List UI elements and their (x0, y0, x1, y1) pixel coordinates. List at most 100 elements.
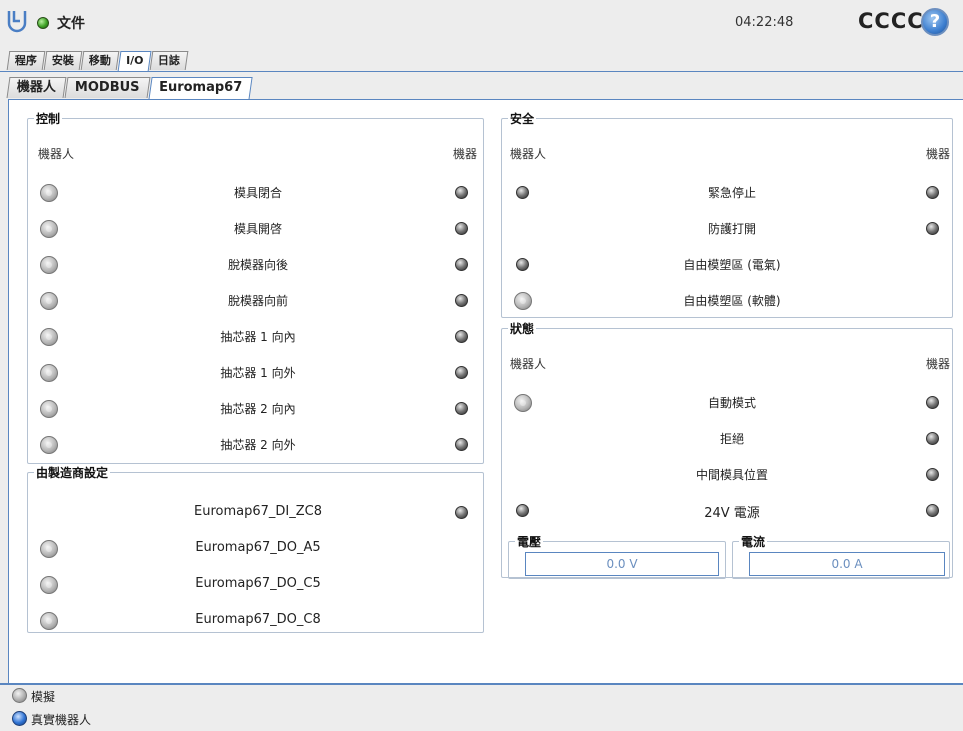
tab-robot[interactable]: 機器人 (6, 77, 67, 98)
safety-row: 緊急停止 (502, 175, 952, 211)
safety-title: 安全 (510, 112, 535, 126)
control-row: 脫模器向後 (28, 247, 483, 283)
robot-output-led-icon[interactable] (40, 328, 58, 346)
clock: 04:22:48 (735, 15, 794, 30)
robot-output-led-icon[interactable] (40, 364, 58, 382)
real-robot-radio-icon[interactable] (12, 711, 27, 726)
state-row-label: 自動模式 (707, 396, 756, 410)
robot-output-led-icon[interactable] (40, 540, 58, 558)
simulation-label: 模擬 (31, 690, 56, 704)
control-row-label: 抽芯器 1 向外 (220, 366, 296, 380)
top-bar: 文件 04:22:48 CCCC ? (0, 0, 963, 45)
robot-output-led-icon[interactable] (514, 292, 532, 310)
tab-euromap67[interactable]: Euromap67 (148, 77, 253, 100)
robot-output-led-icon[interactable] (40, 436, 58, 454)
control-row: 脫模器向前 (28, 283, 483, 319)
control-row: 抽芯器 1 向外 (28, 355, 483, 391)
machine-input-led-icon (455, 506, 468, 519)
robot-output-led-icon[interactable] (40, 400, 58, 418)
state-row-label: 拒絕 (719, 432, 744, 446)
control-row: 抽芯器 2 向內 (28, 391, 483, 427)
safety-row-label: 自由模塑區 (軟體) (683, 294, 781, 308)
ur-logo-icon[interactable] (6, 9, 28, 33)
safety-row: 自由模塑區 (電氣) (502, 247, 952, 283)
euromap67-panel: 控制 機器人 機器 模具閉合 模具開啓 脫模器向後 脫模器向前 抽芯器 1 向內 (8, 99, 963, 683)
main-tabs: 程序 安裝 移動 I/O 日誌 (6, 51, 189, 72)
control-col-robot: 機器人 (38, 147, 75, 161)
tab-program[interactable]: 程序 (6, 51, 46, 70)
simulation-radio-icon[interactable] (12, 688, 27, 703)
manufacturer-row: Euromap67_DI_ZC8 (28, 495, 483, 531)
voltage-group: 電壓 0.0 V (508, 533, 726, 579)
control-row-label: 脫模器向前 (227, 294, 288, 308)
safety-col-machine: 機器 (925, 147, 950, 161)
robot-status-icon (37, 17, 49, 29)
tab-io-label: I/O (126, 54, 144, 67)
help-button[interactable]: ? (921, 8, 949, 36)
machine-input-led-icon (455, 294, 468, 307)
tab-divider (0, 71, 963, 72)
robot-output-led-icon[interactable] (40, 292, 58, 310)
manufacturer-row: Euromap67_DO_C8 (28, 603, 483, 639)
current-title: 電流 (741, 535, 766, 549)
safety-row: 防護打開 (502, 211, 952, 247)
manufacturer-title: 由製造商設定 (36, 466, 109, 480)
robot-output-led-icon[interactable] (516, 504, 529, 517)
state-row-label: 中間模具位置 (695, 468, 768, 482)
manufacturer-row: Euromap67_DO_A5 (28, 531, 483, 567)
safety-row: 自由模塑區 (軟體) (502, 283, 952, 319)
state-row-label: 24V 電源 (704, 506, 760, 521)
machine-input-led-icon (455, 258, 468, 271)
machine-input-led-icon (926, 396, 939, 409)
current-readout: 0.0 A (749, 552, 945, 576)
robot-output-led-icon[interactable] (516, 258, 529, 271)
tab-move-label: 移動 (88, 54, 111, 67)
machine-input-led-icon (455, 402, 468, 415)
robot-output-led-icon[interactable] (514, 394, 532, 412)
tab-io[interactable]: I/O (117, 51, 152, 72)
robot-output-led-icon[interactable] (40, 256, 58, 274)
file-menu[interactable]: 文件 (57, 13, 85, 33)
tab-euromap67-label: Euromap67 (158, 80, 242, 95)
robot-output-led-icon[interactable] (40, 612, 58, 630)
safety-group: 安全 機器人 機器 緊急停止 防護打開 自由模塑區 (電氣) 自由模塑區 (軟體… (501, 110, 953, 318)
tab-robot-label: 機器人 (16, 80, 56, 95)
machine-input-led-icon (926, 504, 939, 517)
control-group: 控制 機器人 機器 模具閉合 模具開啓 脫模器向後 脫模器向前 抽芯器 1 向內 (27, 110, 484, 464)
tab-move[interactable]: 移動 (80, 51, 120, 70)
control-row-label: 脫模器向後 (227, 258, 288, 272)
control-col-machine: 機器 (452, 147, 477, 161)
robot-output-led-icon[interactable] (40, 576, 58, 594)
tab-program-label: 程序 (14, 54, 37, 67)
state-row: 中間模具位置 (502, 457, 952, 493)
machine-input-led-icon (455, 222, 468, 235)
state-row: 拒絕 (502, 421, 952, 457)
control-row-label: 抽芯器 2 向內 (220, 402, 296, 416)
state-col-robot: 機器人 (510, 357, 547, 371)
manufacturer-row-label: Euromap67_DO_A5 (195, 540, 321, 555)
robot-output-led-icon[interactable] (40, 220, 58, 238)
state-title: 狀態 (510, 322, 535, 336)
control-row-label: 模具閉合 (233, 186, 282, 200)
manufacturer-row-label: Euromap67_DO_C8 (195, 612, 321, 627)
safety-row-label: 防護打開 (707, 222, 756, 236)
robot-output-led-icon[interactable] (40, 184, 58, 202)
machine-input-led-icon (926, 468, 939, 481)
manufacturer-row-label: Euromap67_DI_ZC8 (194, 504, 322, 519)
control-row: 模具閉合 (28, 175, 483, 211)
state-group: 狀態 機器人 機器 自動模式 拒絕 中間模具位置 24V 電源 電壓 0.0 V… (501, 320, 953, 579)
state-col-machine: 機器 (925, 357, 950, 371)
machine-input-led-icon (455, 186, 468, 199)
state-row: 24V 電源 (502, 493, 952, 529)
tab-log-label: 日誌 (158, 54, 181, 67)
tab-modbus[interactable]: MODBUS (64, 77, 151, 98)
tab-modbus-label: MODBUS (74, 80, 140, 95)
machine-input-led-icon (455, 366, 468, 379)
machine-input-led-icon (926, 186, 939, 199)
tab-log[interactable]: 日誌 (150, 51, 189, 70)
robot-output-led-icon[interactable] (516, 186, 529, 199)
footer-divider (0, 683, 963, 685)
state-row: 自動模式 (502, 385, 952, 421)
tab-installation[interactable]: 安裝 (43, 51, 83, 70)
tab-installation-label: 安裝 (51, 54, 74, 67)
